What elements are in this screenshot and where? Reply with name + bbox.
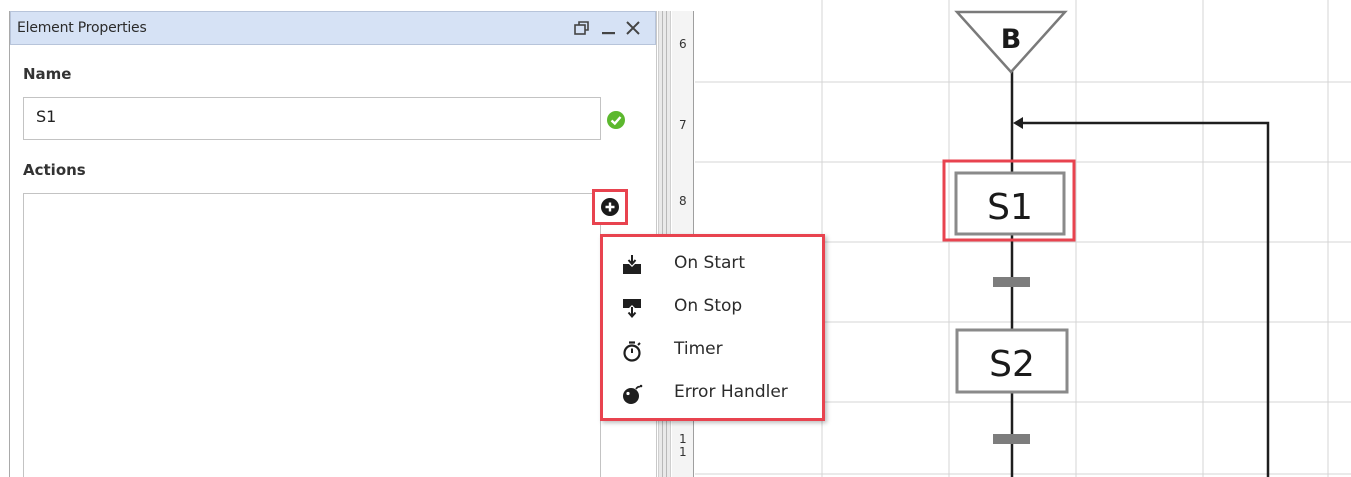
panel-header: Element Properties <box>10 11 656 45</box>
action-type-menu: On Start On Stop Timer Error Handler <box>600 234 825 421</box>
actions-list[interactable] <box>23 193 601 477</box>
step-s1[interactable]: S1 <box>954 171 1066 236</box>
close-icon[interactable] <box>623 18 643 38</box>
valid-check-icon <box>607 111 625 129</box>
row-number: 1 1 <box>679 432 687 459</box>
transition[interactable] <box>993 434 1030 444</box>
menu-item-on-stop[interactable]: On Stop <box>603 287 822 327</box>
error-handler-icon <box>623 384 643 404</box>
add-action-button[interactable] <box>592 189 628 225</box>
begin-label: B <box>1001 24 1022 55</box>
on-stop-icon <box>623 299 641 319</box>
step-s2[interactable]: S2 <box>955 328 1069 394</box>
menu-item-label: On Start <box>674 253 746 273</box>
name-input[interactable]: S1 <box>23 97 601 140</box>
minimize-icon[interactable] <box>599 18 619 38</box>
on-start-icon <box>623 255 641 274</box>
add-circle-icon <box>601 198 619 216</box>
panel-title: Element Properties <box>17 20 147 36</box>
restore-window-icon[interactable] <box>572 18 592 38</box>
transition[interactable] <box>993 277 1030 287</box>
menu-item-label: Error Handler <box>674 382 788 402</box>
name-label: Name <box>23 65 72 83</box>
menu-item-label: Timer <box>674 339 723 359</box>
menu-item-timer[interactable]: Timer <box>603 330 822 370</box>
begin-node[interactable]: B <box>954 10 1068 74</box>
timer-icon <box>623 341 641 362</box>
menu-item-error-handler[interactable]: Error Handler <box>603 373 822 413</box>
actions-label: Actions <box>23 161 86 179</box>
row-number: 6 <box>679 37 687 51</box>
row-number: 8 <box>679 194 687 208</box>
row-number: 7 <box>679 118 687 132</box>
element-properties-panel: Element Properties Name S1 Actions <box>9 11 657 477</box>
menu-item-on-start[interactable]: On Start <box>603 244 822 284</box>
arrowhead <box>1013 117 1023 129</box>
menu-item-label: On Stop <box>674 296 743 316</box>
step-s1-label: S1 <box>987 187 1033 228</box>
step-s2-label: S2 <box>989 344 1035 385</box>
